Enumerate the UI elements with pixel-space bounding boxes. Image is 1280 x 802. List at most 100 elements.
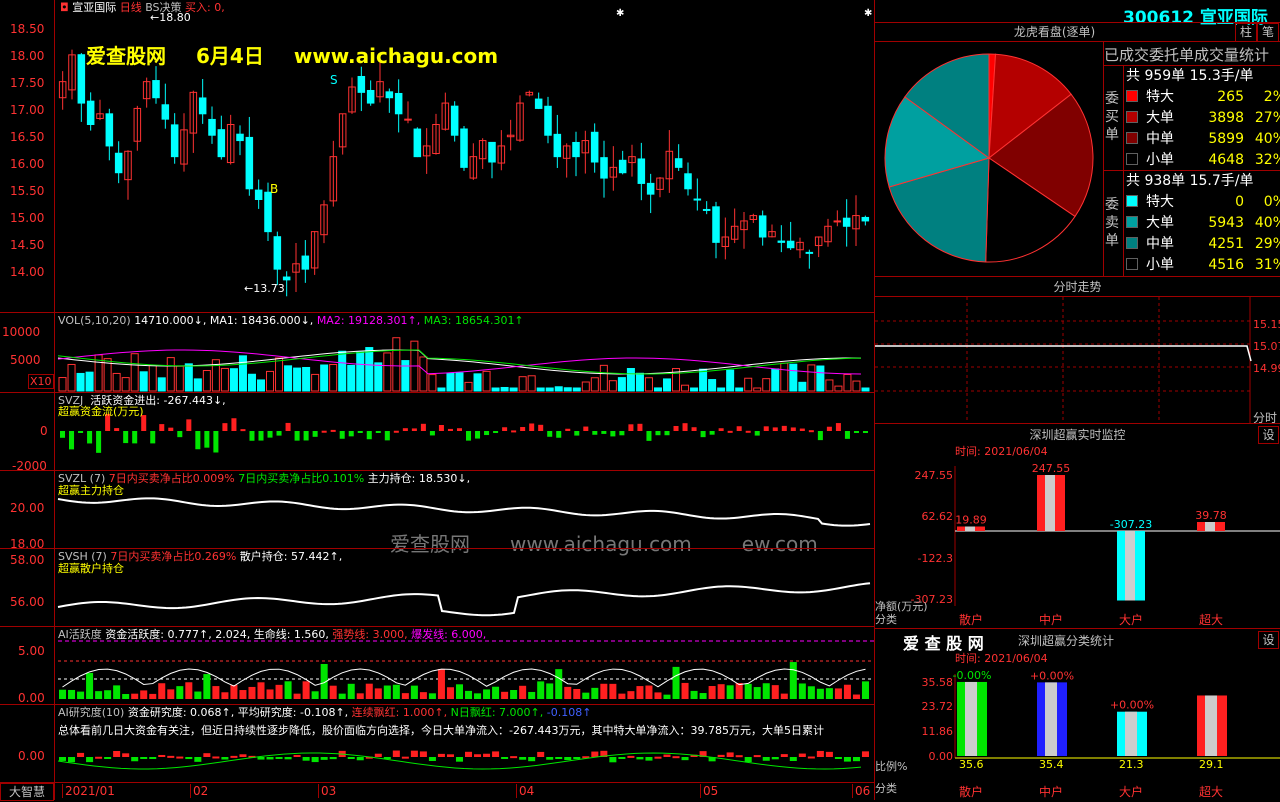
svzl-panel[interactable]: SVZL (7) 7日内买卖净占比0.009% 7日内买卖净占比0.101% 主…: [0, 470, 874, 556]
volume-ma-line: [57, 349, 861, 375]
ai-research-bar: [95, 756, 103, 759]
ai-research-bar: [816, 750, 824, 757]
monitor-settings-button[interactable]: 设: [1258, 426, 1279, 444]
ai-active-bar: [645, 685, 653, 699]
ai-active-bar: [717, 684, 725, 699]
volume-bar: [446, 372, 455, 392]
stats-tick: 0.00: [929, 750, 954, 763]
monitor-tick: 62.62: [922, 510, 954, 523]
pie-title: 龙虎看盘(逐单): [1013, 25, 1096, 39]
ai-active-bar: [410, 685, 418, 699]
ai-active-bar: [212, 686, 220, 699]
volume-bar: [798, 381, 807, 392]
candle-body: [236, 133, 244, 142]
watermark-overlay: 爱查股网 6月4日 www.aichagu.com: [86, 44, 499, 68]
ai-research-panel[interactable]: AI研究度(10) 资金研究度: 0.068↑, 平均研究度: -0.108↑,…: [0, 704, 874, 783]
stats-title2: 深圳超赢分类统计: [1018, 634, 1115, 648]
ai-active-bar: [311, 691, 319, 699]
ai-research-bar: [374, 753, 382, 757]
ai-research-bar: [428, 757, 436, 761]
volume-bar: [699, 368, 708, 392]
ai-active-panel[interactable]: AI活跃度 资金活跃度: 0.777↑, 2.024, 生命线: 1.560, …: [0, 626, 874, 705]
ai-active-bar: [401, 693, 409, 699]
row-name: 大单: [1146, 110, 1174, 126]
svzj-bar: [402, 428, 408, 431]
row-pct: 40%: [1254, 131, 1280, 147]
svzj-bar: [583, 426, 589, 431]
svzj-bar: [456, 428, 462, 431]
sell-row: 大单 5943 40%: [1126, 213, 1280, 234]
volume-bar: [753, 387, 762, 392]
buy-row: 小单 4648 32%: [1126, 150, 1280, 171]
ai-research-bar: [726, 752, 734, 757]
svsh-panel[interactable]: SVSH (7) 7日内买卖净占比0.269% 散户持仓: 57.442↑, 超…: [0, 548, 874, 627]
svzj-panel[interactable]: SVZJ 活跃资金进出: -267.443↓, 超赢资金流(万元) 0 -200…: [0, 392, 874, 473]
price-tick: 17.00: [10, 103, 45, 117]
price-tick: 18.00: [10, 49, 45, 63]
volume-bar: [311, 373, 320, 392]
candle-body: [786, 240, 795, 249]
ai-research-bar: [131, 757, 139, 762]
ai-active-tick: 0.00: [18, 691, 45, 705]
volume-bar: [329, 364, 338, 392]
stats-category: 大户: [1119, 784, 1143, 799]
svzj-bar: [87, 431, 93, 444]
volume-bar: [572, 387, 581, 392]
date-axis: 大智慧 2021/01 02 03 04 05 06: [0, 782, 874, 801]
ai-research-bar: [68, 757, 76, 763]
candle-body: [86, 100, 95, 125]
ai-research-bar: [645, 757, 653, 761]
volume-bar: [581, 381, 590, 392]
stats-settings-button[interactable]: 设: [1258, 631, 1279, 649]
date-tick: 02: [190, 784, 208, 798]
ai-research-bar: [203, 753, 211, 757]
ai-active-bar: [510, 690, 518, 699]
ai-research-bar: [744, 757, 752, 763]
volume-bar: [662, 378, 672, 392]
sell-row: 中单 4251 29%: [1126, 234, 1280, 255]
svzj-bar: [520, 427, 526, 431]
candle-body: [264, 191, 272, 233]
candle-body: [413, 128, 422, 158]
ai-research-bar: [474, 754, 482, 757]
ai-research-bar: [212, 756, 220, 759]
candle-body: [572, 141, 580, 158]
row-pct: 2%: [1263, 89, 1280, 105]
svzj-bar: [637, 423, 643, 431]
sell-table: 共 938单 15.7手/单 特大 0 0% 大单 5943 40% 中单 4251 29% 小单…: [1126, 171, 1280, 276]
tab-line[interactable]: 笔: [1257, 23, 1279, 42]
volume-bar: [148, 364, 157, 392]
ai-research-bar: [86, 757, 94, 763]
candle-body: [385, 91, 394, 99]
ai-active-bar: [798, 683, 806, 699]
volume-bar: [266, 370, 275, 392]
main-chart[interactable]: ◘ 宣亚国际 日线 BS决策 买入: 0, ←18.80 ←13.73 B S …: [0, 0, 875, 800]
stats-category: 中户: [1039, 784, 1063, 799]
app-name[interactable]: 大智慧: [0, 783, 54, 801]
volume-bar: [220, 367, 229, 392]
stats-value: 21.3: [1119, 758, 1144, 771]
ai-research-bar: [158, 754, 166, 757]
ai-research-bar: [293, 754, 301, 757]
volume-bar: [464, 381, 473, 392]
monitor-value: 19.89: [955, 514, 987, 527]
svzj-bar: [502, 427, 508, 431]
buy-header: 共 959单 15.3手/单: [1126, 68, 1254, 84]
svzj-bar: [258, 431, 264, 441]
ai-research-bar: [753, 755, 761, 758]
ai-active-header: AI活跃度 资金活跃度: 0.777↑, 2.024, 生命线: 1.560, …: [58, 628, 487, 641]
volume-bar: [238, 355, 247, 392]
candle-body: [674, 158, 683, 168]
svzl-tick: 20.00: [10, 501, 45, 515]
ai-research-bar: [591, 751, 599, 757]
ai-active-bar: [537, 681, 545, 699]
svzj-bar: [249, 431, 255, 441]
ai-research-bar: [762, 757, 770, 761]
ai-active-bar: [176, 686, 184, 699]
svzj-bar: [114, 428, 120, 431]
ai-research-bar: [275, 757, 283, 759]
volume-panel[interactable]: VOL(5,10,20) 14710.000↓, MA1: 18436.000↓…: [0, 312, 874, 393]
ai-research-bar: [609, 757, 617, 763]
ai-research-bar: [257, 757, 265, 760]
tab-bar[interactable]: 柱: [1235, 23, 1257, 42]
